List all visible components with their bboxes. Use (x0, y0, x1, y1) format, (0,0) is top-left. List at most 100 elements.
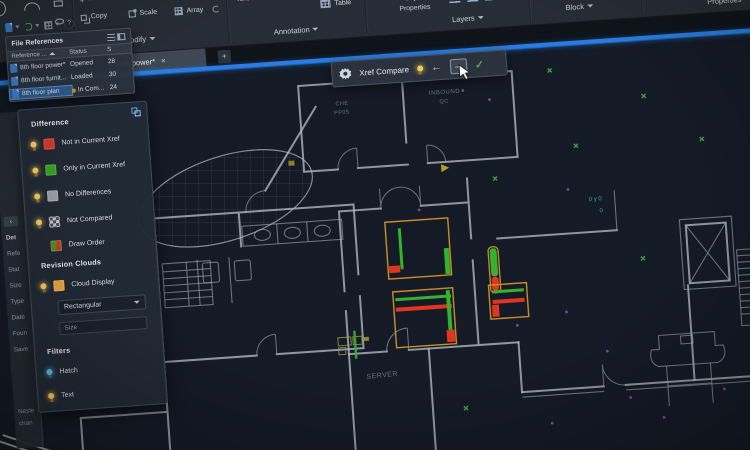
cloud-size-input[interactable] (59, 316, 148, 335)
attach-file-icon[interactable] (5, 23, 13, 32)
annotation-panel-label[interactable]: Annotation (254, 23, 338, 38)
text-button[interactable]: Text (236, 0, 259, 3)
chevron-down-icon (313, 27, 319, 30)
green-swatch (45, 164, 57, 176)
collapse-panel-button[interactable]: ‹ (4, 216, 19, 227)
sort-asc-icon (50, 52, 56, 55)
layer-state-icon[interactable] (485, 0, 499, 1)
details-field-label: Stat (8, 266, 20, 274)
ribbon-divider (526, 0, 531, 22)
table-button[interactable]: Table (320, 0, 351, 8)
chevron-down-icon (35, 24, 39, 27)
gray-swatch (47, 190, 59, 202)
cloud-shape-dropdown[interactable]: Rectangular (57, 294, 146, 315)
details-note: Neste (18, 407, 35, 415)
checker-swatch (49, 215, 61, 227)
previous-difference-button[interactable]: ← (431, 61, 443, 73)
room-label-a: CHE (335, 101, 349, 108)
filter-row-hatch[interactable]: Hatch (46, 363, 78, 379)
arc-tool-icon[interactable] (24, 2, 41, 11)
list-view-icon[interactable] (107, 33, 115, 41)
scale-button[interactable]: Scale (128, 9, 157, 18)
xref-compare-title: Xref Compare (359, 65, 409, 77)
ribbon-divider (638, 0, 643, 14)
legend-row-not-in-current[interactable]: Not in Current Xref (30, 132, 120, 152)
settings-icon[interactable] (131, 107, 141, 117)
table-icon (320, 0, 331, 8)
legend-row-draw-order[interactable]: Draw Order (37, 235, 105, 254)
ribbon-divider (363, 0, 368, 33)
scale-icon (128, 10, 135, 17)
lightbulb-icon[interactable] (36, 219, 42, 225)
details-field-label: Type (10, 298, 24, 306)
details-field-label: Size (9, 282, 22, 290)
chevron-down-icon (134, 301, 140, 304)
revision-clouds-header: Revision Clouds (41, 257, 102, 270)
help-icon[interactable]: ? (64, 18, 75, 29)
chevron-down-icon (477, 16, 483, 19)
circle-tool-icon[interactable] (0, 0, 7, 17)
room-label-inbound: INBOUND (429, 89, 461, 97)
lightbulb-icon[interactable] (40, 283, 46, 289)
lightbulb-icon[interactable] (30, 141, 36, 147)
details-note: chan (19, 419, 33, 427)
in-compare-status-icon (72, 88, 76, 92)
tree-view-icon[interactable] (117, 32, 125, 40)
room-label-server: SERVER (366, 371, 398, 381)
new-tab-button[interactable]: + (217, 49, 231, 63)
coord-text-a: 0 y 0 (589, 196, 603, 203)
layer-state-icon[interactable] (449, 0, 463, 3)
details-field-label: Date (11, 314, 25, 322)
array-button[interactable]: Array (174, 5, 203, 15)
palette-title: File References (11, 37, 63, 48)
orange-swatch (53, 279, 65, 291)
filter-row-text[interactable]: Text (48, 387, 75, 403)
revision-clouds[interactable] (347, 213, 531, 359)
lightbulb-icon[interactable] (417, 65, 423, 71)
legend-row-not-compared[interactable]: Not Compared (36, 210, 113, 229)
refresh-icon[interactable] (24, 22, 33, 31)
room-label-qc: QC (439, 99, 449, 106)
coord-text-b: 0 (599, 208, 603, 214)
difference-section-header: Difference (31, 117, 69, 129)
attach-dwg-icon[interactable] (44, 21, 53, 30)
file-references-palette: File References Reference ... Status S 8… (5, 28, 135, 103)
legend-row-only-in-current[interactable]: Only in Current Xref (32, 157, 126, 177)
accept-compare-button[interactable]: ✓ (474, 58, 484, 72)
chevron-down-icon (15, 25, 19, 28)
close-icon[interactable]: × (161, 56, 166, 65)
layers-panel-label[interactable]: Layers (440, 12, 496, 25)
xref-compare-settings-panel: Difference Not in Current Xref Only in C… (17, 101, 168, 413)
gear-icon[interactable] (339, 67, 352, 80)
chevron-down-icon (55, 23, 59, 26)
hatch-filter-icon[interactable] (46, 369, 52, 375)
lightbulb-icon[interactable] (32, 167, 38, 173)
properties-panel-label[interactable]: Properties (707, 0, 750, 6)
chevron-down-icon (587, 4, 593, 7)
move-button[interactable]: +Move (79, 0, 106, 3)
details-header: Det (6, 234, 17, 242)
split-swatch (50, 239, 62, 251)
filters-header: Filters (47, 346, 71, 357)
layer-state-icon[interactable] (467, 0, 481, 2)
skewed-screen-stage: CHE PP05 INBOUND QC SERVER 0 y 0 0 +Move… (0, 0, 750, 450)
move-icon: + (79, 0, 85, 3)
details-field-label: Foun (12, 330, 27, 338)
legend-row-no-differences[interactable]: No Differences (34, 184, 112, 203)
legend-row-cloud-display[interactable]: Cloud Display (40, 274, 115, 293)
text-filter-icon[interactable] (48, 393, 54, 399)
difference-markers (141, 58, 728, 450)
lightbulb-icon[interactable] (34, 193, 40, 199)
red-swatch (43, 138, 55, 150)
rectangle-tool-icon[interactable] (54, 0, 63, 7)
chevron-down-icon (149, 37, 155, 40)
details-field-label: Save (14, 346, 29, 354)
block-panel-label[interactable]: Block (551, 0, 607, 13)
ribbon-divider (225, 0, 230, 43)
array-icon (174, 7, 183, 16)
mouse-cursor (458, 63, 473, 82)
cabinet-fixtures[interactable] (338, 336, 363, 355)
details-field-label: Refe (7, 250, 21, 258)
dwg-file-icon (10, 64, 18, 73)
offset-icon[interactable] (212, 5, 219, 12)
